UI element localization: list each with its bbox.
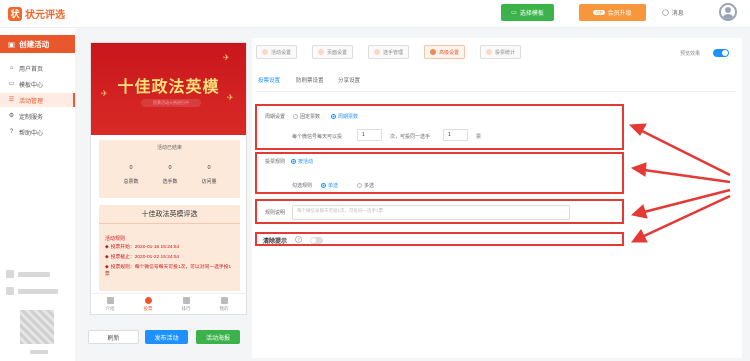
annotation-arrow <box>630 162 731 184</box>
annotation-arrows <box>628 123 731 243</box>
